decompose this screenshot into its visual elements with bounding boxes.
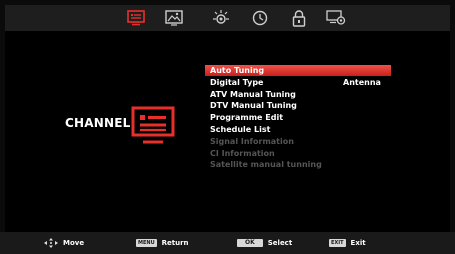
menu-item-label: ATV Manual Tuning [210,89,296,99]
menu-item-programme-edit[interactable]: Programme Edit [205,112,391,123]
hint-select-label: Select [267,239,293,247]
clock-icon [252,10,268,26]
hint-move-label: Move [63,239,85,247]
exit-key-icon: EXIT [329,239,346,247]
menu-item-label: Schedule List [210,124,271,134]
tv-list-icon [127,10,145,26]
tv-screen: CHANNEL Auto Tuning Digital Type Antenna… [5,5,450,232]
hint-return: MENU Return [136,238,189,248]
tab-lock[interactable] [288,8,310,28]
tab-sound[interactable] [210,8,232,28]
menu-item-label: Signal Information [210,136,294,146]
menu-item-label: CI Information [210,148,275,158]
menu-item-label: DTV Manual Tuning [210,101,297,111]
key-hint-bar: Move MENU Return OK Select EXIT Exit [0,232,455,254]
menu-item-label: Programme Edit [210,113,284,123]
hint-return-label: Return [161,239,189,247]
hint-select: OK Select [237,238,292,248]
tab-setup[interactable] [325,8,347,28]
ok-key-icon: OK [237,239,263,247]
dpad-arrows-icon [44,238,58,248]
menu-item-digital-type[interactable]: Digital Type Antenna [205,77,391,88]
menu-tab-bar [5,5,450,31]
tab-channel[interactable] [125,8,147,28]
channel-menu: Auto Tuning Digital Type Antenna ATV Man… [205,65,391,171]
picture-icon [165,10,183,26]
panel-title: CHANNEL [65,116,131,130]
menu-item-schedule-list[interactable]: Schedule List [205,124,391,135]
hint-exit-label: Exit [350,239,366,247]
tab-time[interactable] [249,8,271,28]
menu-item-ci-information: CI Information [205,148,391,159]
hint-exit: EXIT Exit [329,238,366,248]
sound-icon [213,10,229,24]
menu-item-label: Digital Type [210,77,264,87]
menu-item-auto-tuning[interactable]: Auto Tuning [205,65,391,76]
menu-item-label: Satellite manual tunning [210,160,322,170]
channel-tv-icon [131,106,175,144]
menu-item-atv-manual-tuning[interactable]: ATV Manual Tuning [205,89,391,100]
settings-icon [326,10,346,25]
menu-key-icon: MENU [136,239,157,247]
menu-item-label: Auto Tuning [210,66,265,75]
digital-type-value: Antenna [343,77,381,87]
menu-item-dtv-manual-tuning[interactable]: DTV Manual Tuning [205,100,391,111]
tab-picture[interactable] [163,8,185,28]
menu-item-satellite-manual-tunning: Satellite manual tunning [205,159,391,170]
padlock-icon [292,9,306,27]
menu-item-signal-information: Signal Information [205,136,391,147]
hint-move: Move [44,238,84,248]
